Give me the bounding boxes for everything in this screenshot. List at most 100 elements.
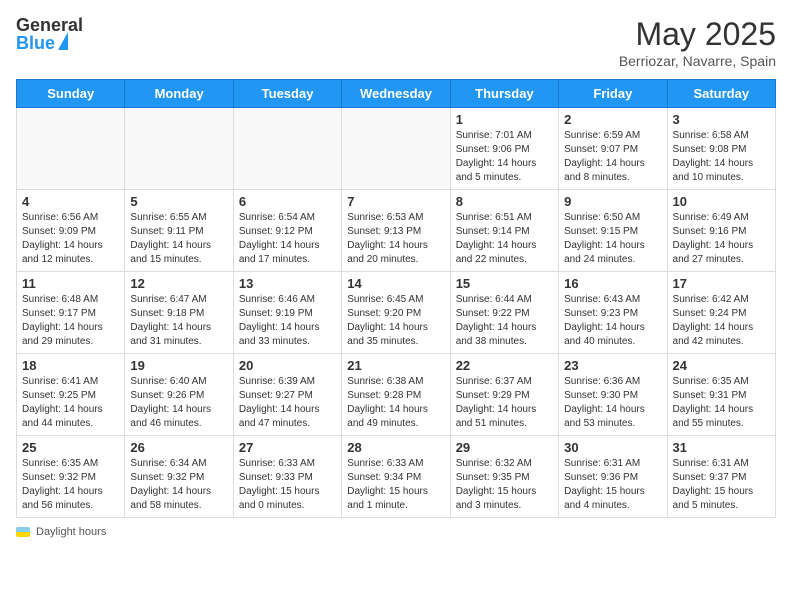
- day-number: 18: [22, 358, 119, 373]
- day-info: Sunrise: 6:32 AM Sunset: 9:35 PM Dayligh…: [456, 457, 553, 513]
- calendar-cell: 18Sunrise: 6:41 AM Sunset: 9:25 PM Dayli…: [17, 354, 125, 436]
- day-number: 16: [564, 276, 661, 291]
- col-monday: Monday: [125, 80, 233, 108]
- col-wednesday: Wednesday: [342, 80, 450, 108]
- day-info: Sunrise: 6:40 AM Sunset: 9:26 PM Dayligh…: [130, 375, 227, 431]
- day-info: Sunrise: 6:51 AM Sunset: 9:14 PM Dayligh…: [456, 211, 553, 267]
- calendar-week-3: 11 Sunrise: 6:48 AM Sunset: 9:17 PM Dayli…: [17, 272, 776, 354]
- calendar-cell: 15Sunrise: 6:44 AM Sunset: 9:22 PM Dayli…: [450, 272, 558, 354]
- calendar-cell: 20Sunrise: 6:39 AM Sunset: 9:27 PM Dayli…: [233, 354, 341, 436]
- day-info: Sunrise: 6:47 AM Sunset: 9:18 PM Dayligh…: [130, 293, 227, 349]
- day-info: Sunrise: 6:59 AM Sunset: 9:07 PM Dayligh…: [564, 129, 661, 185]
- calendar-header-row: Sunday Monday Tuesday Wednesday Thursday…: [17, 80, 776, 108]
- day-number: 8: [456, 194, 553, 209]
- calendar-cell: 26Sunrise: 6:34 AM Sunset: 9:32 PM Dayli…: [125, 436, 233, 518]
- calendar-cell: 6Sunrise: 6:54 AM Sunset: 9:12 PM Daylig…: [233, 190, 341, 272]
- day-info: Sunrise: 6:36 AM Sunset: 9:30 PM Dayligh…: [564, 375, 661, 431]
- calendar-cell: 25 Sunrise: 6:35 AM Sunset: 9:32 PM Dayli…: [17, 436, 125, 518]
- day-number: 4: [22, 194, 119, 209]
- calendar-cell: 10Sunrise: 6:49 AM Sunset: 9:16 PM Dayli…: [667, 190, 775, 272]
- logo-triangle-icon: [58, 32, 68, 50]
- calendar-cell: 8 Sunrise: 6:51 AM Sunset: 9:14 PM Daylig…: [450, 190, 558, 272]
- calendar-cell: 4 Sunrise: 6:56 AM Sunset: 9:09 PM Daylig…: [17, 190, 125, 272]
- calendar-cell: 11 Sunrise: 6:48 AM Sunset: 9:17 PM Dayli…: [17, 272, 125, 354]
- day-info: Sunrise: 6:39 AM Sunset: 9:27 PM Dayligh…: [239, 375, 336, 431]
- col-tuesday: Tuesday: [233, 80, 341, 108]
- day-number: 3: [673, 112, 770, 127]
- calendar-table: Sunday Monday Tuesday Wednesday Thursday…: [16, 79, 776, 518]
- day-info: Sunrise: 6:53 AM Sunset: 9:13 PM Dayligh…: [347, 211, 444, 267]
- logo: General Blue: [16, 16, 83, 52]
- day-number: 23: [564, 358, 661, 373]
- calendar-cell: 23 Sunrise: 6:36 AM Sunset: 9:30 PM Dayli…: [559, 354, 667, 436]
- day-info: Sunrise: 6:33 AM Sunset: 9:34 PM Dayligh…: [347, 457, 444, 513]
- day-number: 21: [347, 358, 444, 373]
- day-info: Sunrise: 6:35 AM Sunset: 9:32 PM Dayligh…: [22, 457, 119, 513]
- day-info: Sunrise: 6:38 AM Sunset: 9:28 PM Dayligh…: [347, 375, 444, 431]
- day-info: Sunrise: 6:43 AM Sunset: 9:23 PM Dayligh…: [564, 293, 661, 349]
- day-number: 19: [130, 358, 227, 373]
- day-info: Sunrise: 6:45 AM Sunset: 9:20 PM Dayligh…: [347, 293, 444, 349]
- day-number: 13: [239, 276, 336, 291]
- day-info: Sunrise: 6:42 AM Sunset: 9:24 PM Dayligh…: [673, 293, 770, 349]
- col-saturday: Saturday: [667, 80, 775, 108]
- calendar-week-1: 1Sunrise: 7:01 AM Sunset: 9:06 PM Daylig…: [17, 108, 776, 190]
- day-info: Sunrise: 6:46 AM Sunset: 9:19 PM Dayligh…: [239, 293, 336, 349]
- day-info: Sunrise: 6:49 AM Sunset: 9:16 PM Dayligh…: [673, 211, 770, 267]
- day-number: 17: [673, 276, 770, 291]
- day-number: 5: [130, 194, 227, 209]
- day-number: 31: [673, 440, 770, 455]
- page-header: General Blue May 2025 Berriozar, Navarre…: [16, 16, 776, 69]
- day-number: 7: [347, 194, 444, 209]
- day-info: Sunrise: 6:55 AM Sunset: 9:11 PM Dayligh…: [130, 211, 227, 267]
- calendar-cell: 31 Sunrise: 6:31 AM Sunset: 9:37 PM Dayli…: [667, 436, 775, 518]
- day-number: 9: [564, 194, 661, 209]
- day-info: Sunrise: 6:56 AM Sunset: 9:09 PM Dayligh…: [22, 211, 119, 267]
- calendar-cell: 19 Sunrise: 6:40 AM Sunset: 9:26 PM Dayli…: [125, 354, 233, 436]
- day-number: 12: [130, 276, 227, 291]
- calendar-cell: 14 Sunrise: 6:45 AM Sunset: 9:20 PM Dayli…: [342, 272, 450, 354]
- day-number: 15: [456, 276, 553, 291]
- day-info: Sunrise: 6:48 AM Sunset: 9:17 PM Dayligh…: [22, 293, 119, 349]
- calendar-cell: 24Sunrise: 6:35 AM Sunset: 9:31 PM Dayli…: [667, 354, 775, 436]
- day-number: 25: [22, 440, 119, 455]
- col-sunday: Sunday: [17, 80, 125, 108]
- calendar-cell: [342, 108, 450, 190]
- calendar-week-5: 25 Sunrise: 6:35 AM Sunset: 9:32 PM Dayli…: [17, 436, 776, 518]
- col-friday: Friday: [559, 80, 667, 108]
- calendar-cell: 3Sunrise: 6:58 AM Sunset: 9:08 PM Daylig…: [667, 108, 775, 190]
- logo-general: General: [16, 16, 83, 34]
- day-number: 14: [347, 276, 444, 291]
- day-info: Sunrise: 6:31 AM Sunset: 9:37 PM Dayligh…: [673, 457, 770, 513]
- calendar-cell: 2Sunrise: 6:59 AM Sunset: 9:07 PM Daylig…: [559, 108, 667, 190]
- calendar-cell: 9Sunrise: 6:50 AM Sunset: 9:15 PM Daylig…: [559, 190, 667, 272]
- day-number: 11: [22, 276, 119, 291]
- calendar-week-4: 18Sunrise: 6:41 AM Sunset: 9:25 PM Dayli…: [17, 354, 776, 436]
- footer: Daylight hours: [16, 526, 776, 538]
- calendar-cell: 17 Sunrise: 6:42 AM Sunset: 9:24 PM Dayli…: [667, 272, 775, 354]
- title-section: May 2025 Berriozar, Navarre, Spain: [619, 16, 776, 69]
- calendar-cell: 30 Sunrise: 6:31 AM Sunset: 9:36 PM Dayli…: [559, 436, 667, 518]
- day-number: 27: [239, 440, 336, 455]
- calendar-cell: 5 Sunrise: 6:55 AM Sunset: 9:11 PM Daylig…: [125, 190, 233, 272]
- calendar-cell: 16 Sunrise: 6:43 AM Sunset: 9:23 PM Dayli…: [559, 272, 667, 354]
- calendar-cell: 29 Sunrise: 6:32 AM Sunset: 9:35 PM Dayli…: [450, 436, 558, 518]
- day-number: 30: [564, 440, 661, 455]
- day-info: Sunrise: 6:37 AM Sunset: 9:29 PM Dayligh…: [456, 375, 553, 431]
- calendar-cell: 1Sunrise: 7:01 AM Sunset: 9:06 PM Daylig…: [450, 108, 558, 190]
- calendar-cell: 13 Sunrise: 6:46 AM Sunset: 9:19 PM Dayli…: [233, 272, 341, 354]
- calendar-cell: 27Sunrise: 6:33 AM Sunset: 9:33 PM Dayli…: [233, 436, 341, 518]
- calendar-cell: 28 Sunrise: 6:33 AM Sunset: 9:34 PM Dayli…: [342, 436, 450, 518]
- day-info: Sunrise: 6:54 AM Sunset: 9:12 PM Dayligh…: [239, 211, 336, 267]
- calendar-cell: 12 Sunrise: 6:47 AM Sunset: 9:18 PM Dayli…: [125, 272, 233, 354]
- calendar-cell: [17, 108, 125, 190]
- footer-label: Daylight hours: [36, 526, 106, 538]
- calendar-cell: [125, 108, 233, 190]
- calendar-cell: [233, 108, 341, 190]
- month-title: May 2025: [619, 16, 776, 53]
- day-number: 28: [347, 440, 444, 455]
- day-number: 29: [456, 440, 553, 455]
- day-info: Sunrise: 6:31 AM Sunset: 9:36 PM Dayligh…: [564, 457, 661, 513]
- calendar-cell: 7 Sunrise: 6:53 AM Sunset: 9:13 PM Daylig…: [342, 190, 450, 272]
- daylight-icon: [16, 527, 30, 537]
